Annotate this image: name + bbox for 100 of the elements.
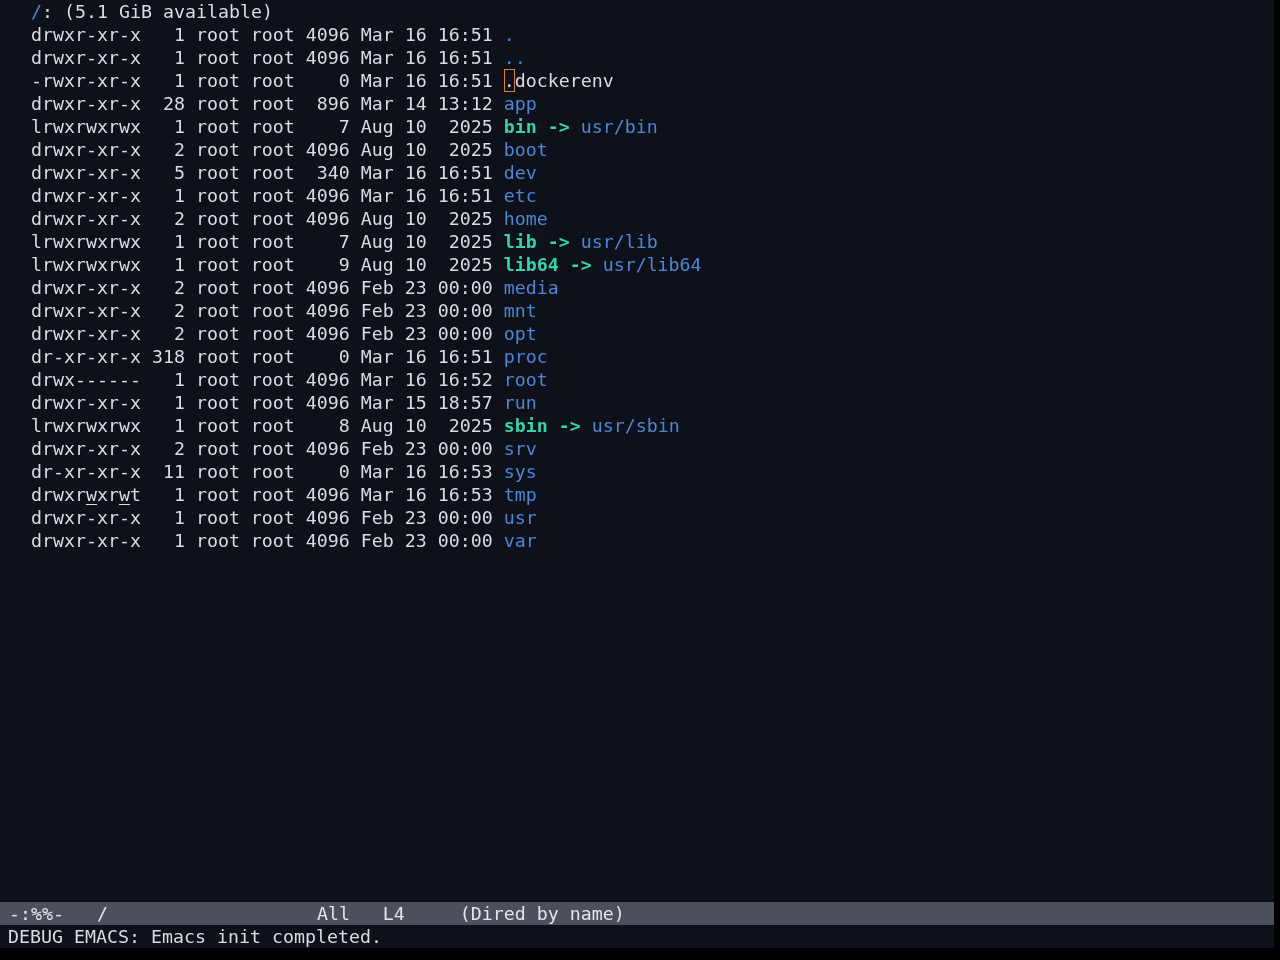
date-day: 16	[404, 46, 427, 69]
permissions-text: drwxr-xr-x	[31, 529, 141, 552]
link-count: 1	[172, 69, 185, 92]
date-time: 16:51	[437, 184, 493, 207]
file-size: 4096	[305, 46, 350, 69]
file-name[interactable]: boot	[503, 138, 548, 161]
date-time: 16:51	[437, 69, 493, 92]
date-day: 10	[404, 230, 427, 253]
group-name: root	[250, 184, 295, 207]
date-month: Feb	[360, 276, 394, 299]
link-count: 1	[172, 529, 185, 552]
file-name[interactable]: lib	[503, 230, 537, 253]
link-count: 1	[172, 184, 185, 207]
link-arrow: ->	[547, 230, 570, 253]
group-name: root	[250, 529, 295, 552]
owner-name: root	[195, 115, 240, 138]
owner-name: root	[195, 345, 240, 368]
owner-name: root	[195, 391, 240, 414]
owner-name: root	[195, 92, 240, 115]
file-size: 4096	[305, 391, 350, 414]
date-time: 2025	[447, 253, 493, 276]
file-name[interactable]: media	[503, 276, 559, 299]
date-time: 2025	[447, 230, 493, 253]
date-day: 16	[404, 23, 427, 46]
permissions-text: drwxr-xr-x	[31, 437, 141, 460]
date-time: 16:51	[437, 345, 493, 368]
permissions-text: dr-xr-xr-x	[31, 345, 141, 368]
echo-message: DEBUG EMACS: Emacs init completed.	[8, 926, 382, 947]
date-day: 23	[404, 437, 427, 460]
link-target[interactable]: usr/lib	[580, 230, 658, 253]
file-name[interactable]: bin	[503, 115, 537, 138]
link-count: 318	[151, 345, 185, 368]
file-size: 8	[337, 414, 350, 437]
link-count: 1	[172, 23, 185, 46]
date-month: Mar	[360, 23, 394, 46]
permissions-text: drwxr-xr-x	[31, 276, 141, 299]
link-target[interactable]: usr/bin	[580, 115, 658, 138]
file-name[interactable]: etc	[503, 184, 537, 207]
file-size: 4096	[305, 483, 350, 506]
file-name[interactable]: mnt	[503, 299, 537, 322]
owner-name: root	[195, 230, 240, 253]
file-name[interactable]: app	[503, 92, 537, 115]
file-name[interactable]: proc	[503, 345, 548, 368]
file-name[interactable]: var	[503, 529, 537, 552]
owner-name: root	[195, 138, 240, 161]
permissions-text: drwx------	[31, 368, 141, 391]
file-name[interactable]: home	[503, 207, 548, 230]
link-target[interactable]: usr/lib64	[602, 253, 702, 276]
file-name[interactable]: run	[503, 391, 537, 414]
file-name[interactable]: dev	[503, 161, 537, 184]
date-time: 2025	[447, 207, 493, 230]
file-name[interactable]: tmp	[503, 483, 537, 506]
file-name[interactable]: ..	[503, 46, 526, 69]
link-count: 1	[172, 414, 185, 437]
file-size: 0	[337, 460, 350, 483]
owner-name: root	[195, 506, 240, 529]
date-time: 16:51	[437, 46, 493, 69]
date-month: Feb	[360, 437, 394, 460]
file-name[interactable]: sys	[503, 460, 537, 483]
group-name: root	[250, 322, 295, 345]
file-name[interactable]: .	[503, 23, 515, 46]
link-arrow: ->	[569, 253, 592, 276]
date-month: Aug	[360, 115, 394, 138]
file-name[interactable]: lib64	[503, 253, 559, 276]
date-month: Mar	[360, 391, 394, 414]
file-size: 4096	[305, 299, 350, 322]
date-day: 15	[404, 391, 427, 414]
group-name: root	[250, 299, 295, 322]
permissions-text: lrwxrwxrwx	[31, 115, 141, 138]
owner-name: root	[195, 529, 240, 552]
file-name[interactable]: usr	[503, 506, 537, 529]
date-day: 10	[404, 207, 427, 230]
link-count: 2	[172, 138, 185, 161]
owner-name: root	[195, 23, 240, 46]
date-month: Mar	[360, 483, 394, 506]
file-size: 4096	[305, 322, 350, 345]
date-day: 14	[404, 92, 427, 115]
date-month: Aug	[360, 414, 394, 437]
permissions-text: drwxr-xr-x	[31, 23, 141, 46]
file-name[interactable]: srv	[503, 437, 537, 460]
date-day: 16	[404, 460, 427, 483]
link-count: 28	[161, 92, 185, 115]
permissions-text: drwxr-xr-x	[31, 138, 141, 161]
file-name[interactable]: opt	[503, 322, 537, 345]
file-name[interactable]: sbin	[503, 414, 548, 437]
modified-status: -:%%-	[9, 902, 65, 925]
file-name[interactable]: root	[503, 368, 548, 391]
owner-name: root	[195, 483, 240, 506]
group-name: root	[250, 115, 295, 138]
link-count: 5	[172, 161, 185, 184]
date-time: 16:52	[437, 368, 493, 391]
scroll-position: All	[316, 902, 351, 925]
link-target[interactable]: usr/sbin	[591, 414, 680, 437]
link-count: 2	[172, 276, 185, 299]
date-month: Aug	[360, 253, 394, 276]
owner-name: root	[195, 69, 240, 92]
owner-name: root	[195, 299, 240, 322]
date-time: 13:12	[437, 92, 493, 115]
date-day: 16	[404, 69, 427, 92]
file-size: 4096	[305, 207, 350, 230]
